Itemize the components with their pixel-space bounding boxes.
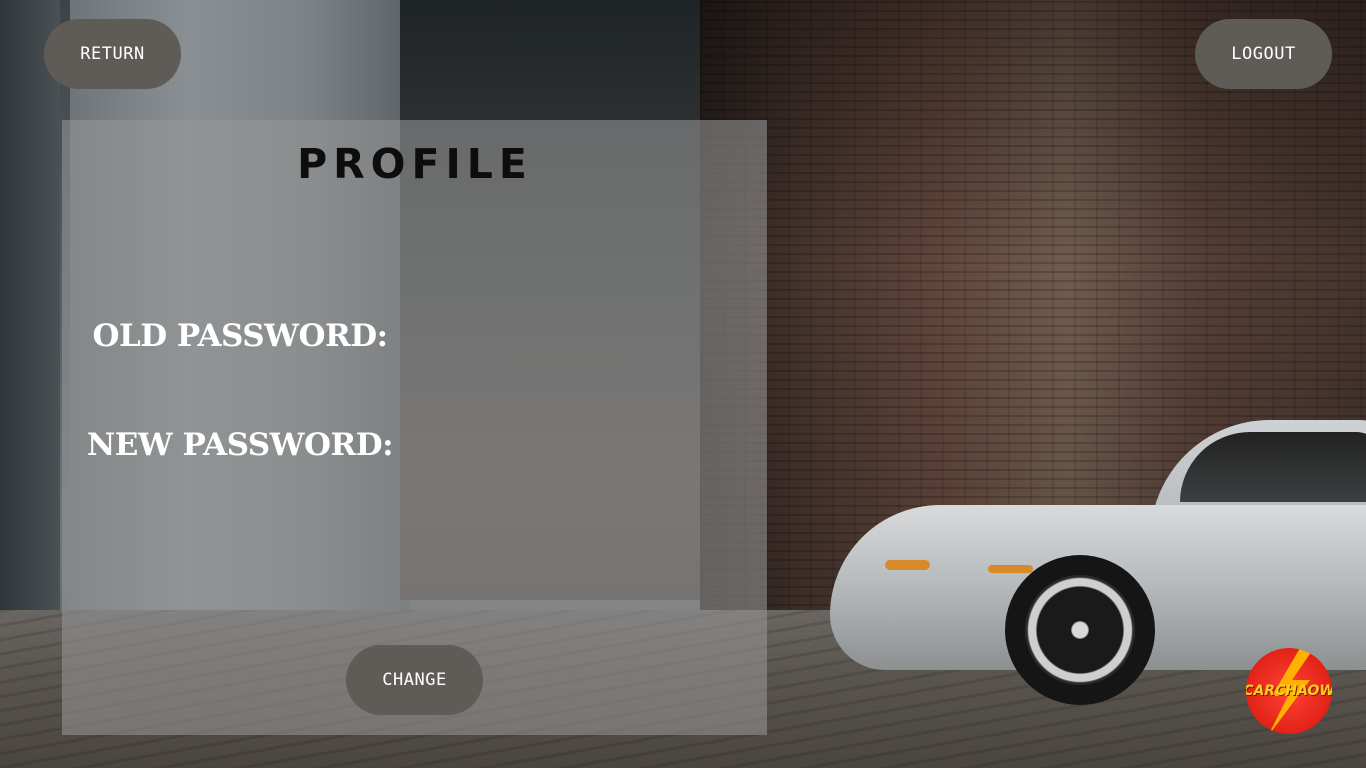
background-pillar-left [0, 0, 60, 610]
car-sidelight [988, 565, 1033, 573]
old-password-label: OLD PASSWORD: [92, 318, 388, 354]
page-title: PROFILE [297, 140, 533, 188]
logout-button[interactable]: LOGOUT [1195, 19, 1332, 89]
logo-text: CARCHAOW [1246, 683, 1332, 699]
brand-logo: CARCHAOW [1246, 648, 1332, 734]
change-button[interactable]: CHANGE [346, 645, 483, 715]
new-password-label: NEW PASSWORD: [86, 427, 394, 463]
car-rim [1025, 575, 1135, 685]
car-headlight [885, 560, 930, 570]
return-button[interactable]: RETURN [44, 19, 181, 89]
